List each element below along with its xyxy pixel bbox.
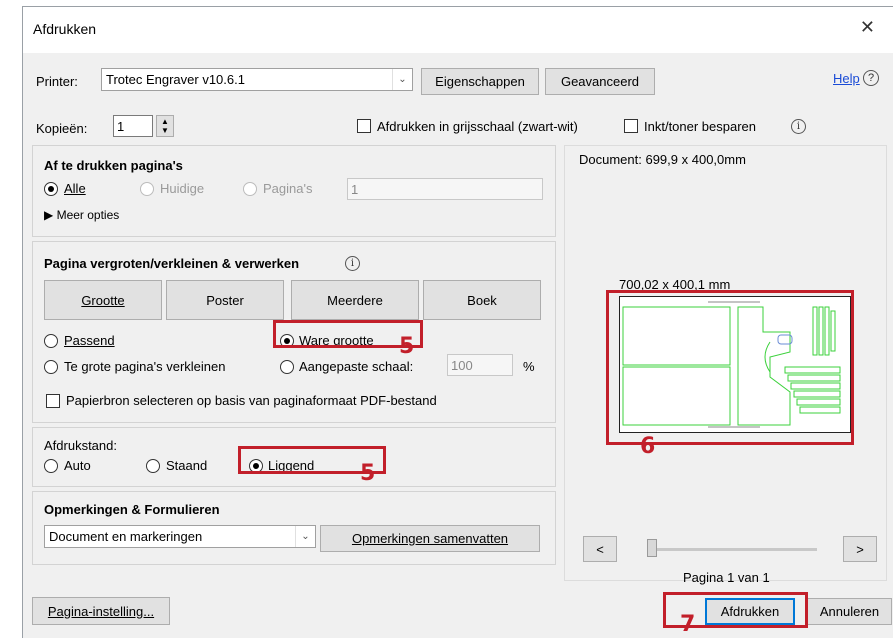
radio-all-pages[interactable]: [44, 182, 58, 196]
comments-panel: Opmerkingen & Formulieren Document en ma…: [32, 491, 556, 565]
page-sizing-title: Pagina vergroten/verkleinen & verwerken: [44, 256, 300, 271]
triangle-right-icon: ▶: [44, 208, 54, 222]
paper-source-checkbox[interactable]: [46, 394, 60, 408]
sizing-info-icon[interactable]: i: [345, 256, 360, 271]
advanced-button[interactable]: Geavanceerd: [545, 68, 655, 95]
radio-all-label: Alle: [64, 181, 86, 196]
summarize-comments-button[interactable]: Opmerkingen samenvatten: [320, 525, 540, 552]
orientation-title: Afdrukstand:: [44, 438, 117, 453]
radio-fit-label: Passend: [64, 333, 115, 348]
tab-poster[interactable]: Poster: [166, 280, 284, 320]
pages-to-print-title: Af te drukken pagina's: [44, 158, 183, 173]
pages-to-print-panel: Af te drukken pagina's Alle Huidige Pagi…: [32, 145, 556, 237]
callout-landscape: 5: [360, 461, 376, 486]
callout-print: 7: [680, 612, 696, 637]
save-ink-label: Inkt/toner besparen: [644, 119, 757, 134]
radio-orientation-portrait[interactable]: [146, 459, 160, 473]
title-bar: Afdrukken ✕: [23, 7, 893, 53]
tab-size[interactable]: Grootte: [44, 280, 162, 320]
callout-preview: 6: [640, 434, 656, 459]
radio-shrink-label: Te grote pagina's verkleinen: [64, 359, 226, 374]
comments-select[interactable]: Document en markeringen ⌄: [44, 525, 316, 548]
window-title: Afdrukken: [33, 21, 97, 37]
radio-orientation-auto[interactable]: [44, 459, 58, 473]
percent-label: %: [523, 359, 535, 374]
paper-source-label: Papierbron selecteren op basis van pagin…: [66, 393, 437, 408]
copies-stepper[interactable]: ▲ ▼: [156, 115, 174, 137]
callout-actual-size: 5: [399, 334, 415, 359]
stepper-down-icon[interactable]: ▼: [161, 126, 169, 135]
stepper-up-icon[interactable]: ▲: [161, 117, 169, 126]
save-ink-checkbox[interactable]: [624, 119, 638, 133]
chevron-down-icon: ⌄: [295, 526, 315, 547]
radio-current-page[interactable]: [140, 182, 154, 196]
document-size: Document: 699,9 x 400,0mm: [579, 152, 746, 167]
cancel-button[interactable]: Annuleren: [807, 598, 892, 625]
printer-value: Trotec Engraver v10.6.1: [106, 72, 245, 87]
printer-select[interactable]: Trotec Engraver v10.6.1 ⌄: [101, 68, 413, 91]
properties-button[interactable]: Eigenschappen: [421, 68, 539, 95]
more-options-toggle[interactable]: ▶ Meer opties: [44, 208, 119, 222]
tab-booklet[interactable]: Boek: [423, 280, 541, 320]
next-page-button[interactable]: >: [843, 536, 877, 562]
chevron-down-icon: ⌄: [392, 69, 412, 90]
page-slider-track[interactable]: [647, 548, 817, 551]
tab-multiple[interactable]: Meerdere: [291, 280, 419, 320]
custom-scale-input[interactable]: 100: [447, 354, 513, 376]
radio-custom-scale[interactable]: [280, 360, 294, 374]
grayscale-checkbox[interactable]: [357, 119, 371, 133]
copies-input[interactable]: 1: [113, 115, 153, 137]
radio-shrink[interactable]: [44, 360, 58, 374]
highlight-preview: [606, 290, 854, 445]
radio-custom-scale-label: Aangepaste schaal:: [299, 359, 414, 374]
prev-page-button[interactable]: <: [583, 536, 617, 562]
page-range-input[interactable]: 1: [347, 178, 543, 200]
radio-current-label: Huidige: [160, 181, 205, 196]
page-slider-thumb[interactable]: [647, 539, 657, 557]
radio-pages-label: Pagina's: [263, 181, 313, 196]
radio-portrait-label: Staand: [166, 458, 208, 473]
help-link[interactable]: Help: [833, 71, 860, 86]
info-icon[interactable]: i: [791, 119, 806, 134]
radio-auto-label: Auto: [64, 458, 91, 473]
close-icon[interactable]: ✕: [860, 17, 875, 38]
copies-label: Kopieën:: [36, 121, 88, 136]
help-question-icon[interactable]: ?: [863, 70, 879, 86]
comments-value: Document en markeringen: [49, 529, 203, 544]
printer-label: Printer:: [36, 74, 78, 89]
page-status: Pagina 1 van 1: [683, 570, 770, 585]
grayscale-label: Afdrukken in grijsschaal (zwart-wit): [377, 119, 578, 134]
page-setup-button[interactable]: Pagina-instelling...: [32, 597, 170, 625]
radio-page-range[interactable]: [243, 182, 257, 196]
radio-fit[interactable]: [44, 334, 58, 348]
comments-title: Opmerkingen & Formulieren: [44, 502, 220, 517]
